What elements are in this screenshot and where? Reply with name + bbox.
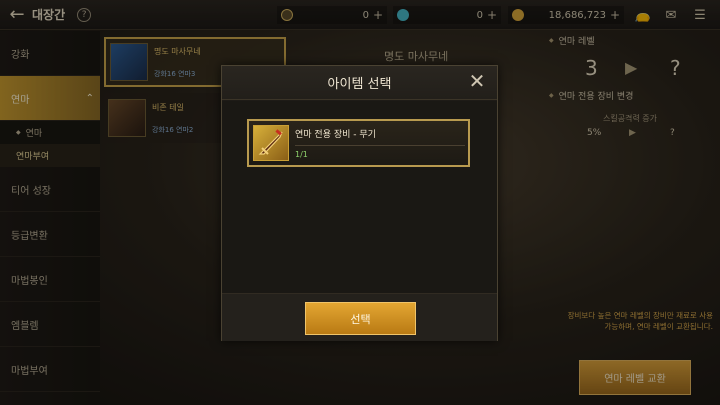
modal-title: 아이템 선택 <box>327 77 392 92</box>
select-button[interactable]: 선택 <box>305 302 416 335</box>
close-icon[interactable]: ✕ <box>467 71 487 92</box>
sword-icon <box>253 125 289 161</box>
item-card-count: 1/1 <box>295 150 308 159</box>
modal-header: 아이템 선택 ✕ <box>222 66 497 100</box>
forge-screen: ← 대장간 ? 0 + 0 + 18,686,723 + 👝 ✉ ☰ 강화 연마… <box>0 0 720 405</box>
modal-body: 연마 전용 장비 - 무기 1/1 <box>222 101 497 293</box>
item-select-modal: 아이템 선택 ✕ 연마 전용 장비 - 무기 1/1 선택 <box>221 65 498 341</box>
item-card[interactable]: 연마 전용 장비 - 무기 1/1 <box>247 119 470 167</box>
modal-footer: 선택 <box>222 293 497 341</box>
item-card-name: 연마 전용 장비 - 무기 <box>295 127 465 146</box>
